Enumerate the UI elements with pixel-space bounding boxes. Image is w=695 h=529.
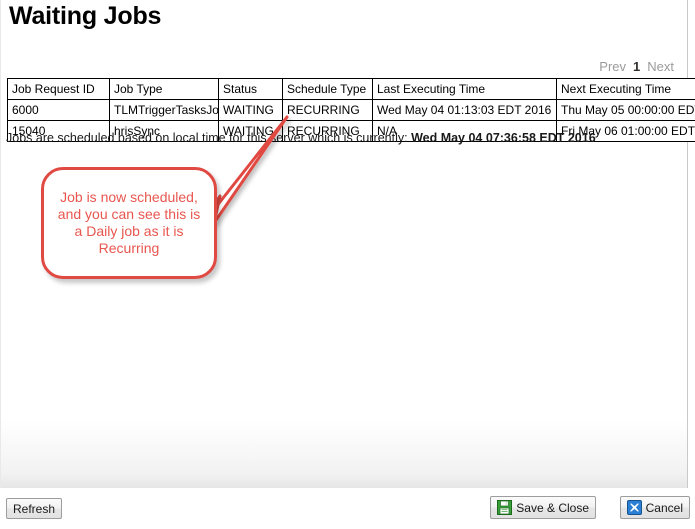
callout-bubble: Job is now scheduled, and you can see th… bbox=[41, 167, 217, 279]
pagination: Prev 1 Next bbox=[596, 59, 677, 74]
waiting-jobs-screen: Waiting Jobs Prev 1 Next Job Request ID Jo… bbox=[0, 0, 695, 529]
cancel-button[interactable]: Cancel bbox=[619, 496, 690, 519]
cancel-button-label: Cancel bbox=[645, 500, 683, 515]
cell-job-request-id: 6000 bbox=[7, 99, 110, 121]
server-time-note-prefix: Jobs are scheduled based on local time f… bbox=[6, 131, 408, 145]
cell-last-executing-time: Wed May 04 01:13:03 EDT 2016 bbox=[372, 99, 557, 121]
callout-arrow-icon bbox=[199, 115, 289, 228]
button-bar: Refresh Save & Close Cancel bbox=[0, 489, 695, 529]
cell-next-executing-time: Thu May 05 00:00:00 EDT 2016 bbox=[556, 99, 695, 121]
server-time-note: Jobs are scheduled based on local time f… bbox=[6, 131, 596, 145]
save-and-close-button[interactable]: Save & Close bbox=[490, 496, 596, 519]
floppy-disk-icon bbox=[497, 500, 513, 515]
callout-text: Job is now scheduled, and you can see th… bbox=[57, 189, 201, 256]
cell-schedule-type: RECURRING bbox=[282, 99, 373, 121]
page-title: Waiting Jobs bbox=[9, 2, 162, 30]
refresh-button-label: Refresh bbox=[13, 501, 56, 516]
column-header-last-executing-time: Last Executing Time bbox=[372, 78, 557, 100]
refresh-button[interactable]: Refresh bbox=[6, 498, 63, 519]
column-header-status: Status bbox=[218, 78, 283, 100]
blue-x-icon bbox=[626, 500, 642, 515]
annotation-layer: Job is now scheduled, and you can see th… bbox=[1, 0, 695, 489]
cell-status: WAITING bbox=[218, 99, 283, 121]
server-time-value: Wed May 04 07:36:58 EDT 2016 bbox=[411, 131, 596, 145]
save-and-close-button-label: Save & Close bbox=[516, 500, 589, 515]
table-row[interactable]: 6000 TLMTriggerTasksJob WAITING RECURRIN… bbox=[7, 99, 695, 121]
column-header-job-request-id: Job Request ID bbox=[7, 78, 110, 100]
pager-next-link[interactable]: Next bbox=[644, 59, 677, 74]
table-header-row: Job Request ID Job Type Status Schedule … bbox=[7, 78, 695, 100]
column-header-next-executing-time: Next Executing Time bbox=[556, 78, 695, 100]
column-header-job-type: Job Type bbox=[109, 78, 219, 100]
column-header-schedule-type: Schedule Type bbox=[282, 78, 373, 100]
content-panel: Waiting Jobs Prev 1 Next Job Request ID Jo… bbox=[0, 0, 695, 488]
table-header: Job Request ID Job Type Status Schedule … bbox=[7, 78, 695, 100]
cell-job-type: TLMTriggerTasksJob bbox=[109, 99, 219, 121]
pager-current-page[interactable]: 1 bbox=[629, 59, 644, 74]
pager-prev-link[interactable]: Prev bbox=[596, 59, 629, 74]
